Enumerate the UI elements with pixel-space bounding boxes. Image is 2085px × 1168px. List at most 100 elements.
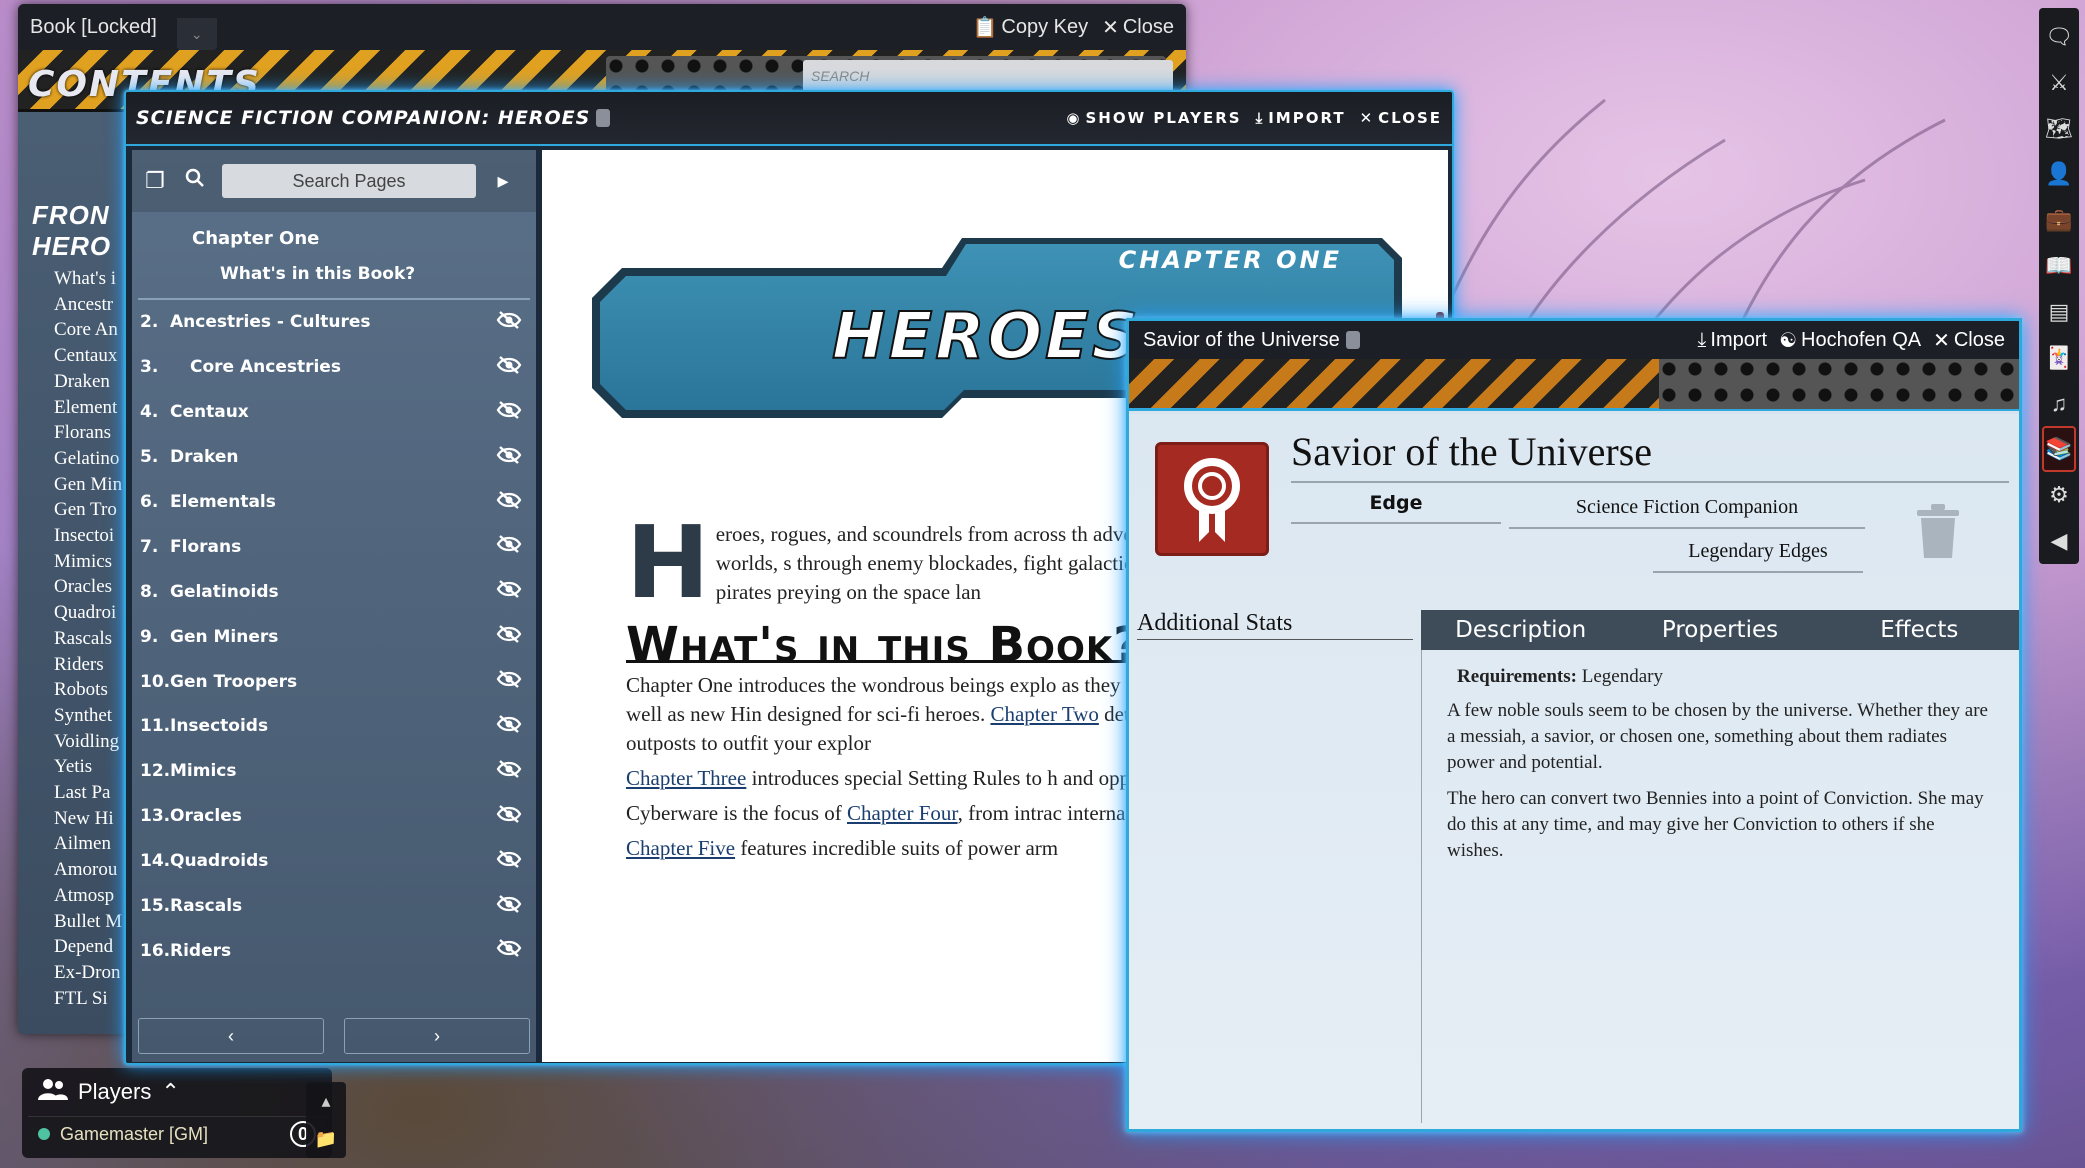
chapter-two-link[interactable]: Chapter Two: [990, 702, 1098, 726]
sf-close-button[interactable]: ✕ Close: [1360, 109, 1442, 127]
copy-key-button[interactable]: 📋 Copy Key: [972, 15, 1088, 40]
book-item[interactable]: Robots: [18, 677, 130, 703]
toc-whats-in-this-book[interactable]: What's in this Book?: [138, 256, 530, 300]
eye-slash-icon[interactable]: [496, 579, 522, 604]
eye-slash-icon[interactable]: [496, 445, 522, 470]
caret-up-icon[interactable]: ▴: [321, 1091, 330, 1112]
next-page-button[interactable]: ›: [344, 1018, 530, 1054]
tab-effects[interactable]: Effects: [1820, 610, 2019, 650]
collapse-icon[interactable]: ◀: [2042, 518, 2076, 564]
toc-item[interactable]: 2. Ancestries - Cultures: [132, 300, 536, 345]
book-close-button[interactable]: ✕ Close: [1102, 15, 1174, 40]
previous-page-button[interactable]: ‹: [138, 1018, 324, 1054]
edge-name-field[interactable]: Savior of the Universe: [1291, 428, 2009, 483]
music-icon[interactable]: ♫: [2042, 381, 2076, 427]
book-item[interactable]: Rascals: [18, 626, 130, 652]
sf-import-button[interactable]: ⤓ Import: [1256, 109, 1346, 127]
book-item[interactable]: Ex-Dron: [18, 960, 130, 986]
book-item[interactable]: Voidling: [18, 729, 130, 755]
toc-item[interactable]: 9. Gen Miners: [132, 614, 536, 659]
book-item[interactable]: Ailmen: [18, 831, 130, 857]
map-icon[interactable]: 🗺: [2042, 106, 2076, 152]
toc-item[interactable]: 13. Oracles: [132, 794, 536, 839]
toc-item[interactable]: 16. Riders: [132, 928, 536, 973]
toc-item[interactable]: 11. Insectoids: [132, 704, 536, 749]
chapter-three-link[interactable]: Chapter Three: [626, 766, 746, 790]
sf-titlebar[interactable]: Science Fiction Companion: Heroes ◉ Show…: [126, 92, 1452, 146]
folder-icon[interactable]: 📁: [315, 1129, 337, 1150]
show-players-button[interactable]: ◉ Show Players: [1066, 109, 1241, 127]
eye-slash-icon[interactable]: [496, 714, 522, 739]
eye-slash-icon[interactable]: [496, 534, 522, 559]
settings-icon[interactable]: ⚙: [2042, 472, 2076, 518]
players-header[interactable]: Players ⌃: [22, 1068, 332, 1116]
eye-slash-icon[interactable]: [496, 894, 522, 919]
book-item[interactable]: Synthet: [18, 703, 130, 729]
edge-import-button[interactable]: ⤓ Import: [1698, 329, 1768, 352]
book-item[interactable]: FTL Si: [18, 986, 130, 1012]
book-item[interactable]: New Hi: [18, 806, 130, 832]
cards-icon[interactable]: 🃏: [2042, 335, 2076, 381]
tab-description[interactable]: Description: [1421, 610, 1620, 650]
eye-slash-icon[interactable]: [496, 355, 522, 380]
book-item[interactable]: What's i: [18, 266, 130, 292]
eye-slash-icon[interactable]: [496, 624, 522, 649]
edge-source-field[interactable]: Science Fiction Companion: [1509, 496, 1865, 529]
eye-slash-icon[interactable]: [496, 759, 522, 784]
caret-right-icon[interactable]: ▸: [490, 168, 516, 194]
toc-item[interactable]: 5. Draken: [132, 435, 536, 480]
actor-icon[interactable]: 👤: [2042, 151, 2076, 197]
pages-view-icon[interactable]: ❐: [142, 168, 168, 194]
toc-item[interactable]: 10. Gen Troopers: [132, 659, 536, 704]
eye-slash-icon[interactable]: [496, 849, 522, 874]
book-heading-heroes[interactable]: HERO: [18, 231, 130, 262]
toc-item[interactable]: 3. Core Ancestries: [132, 345, 536, 390]
book-item[interactable]: Florans: [18, 420, 130, 446]
book-item[interactable]: Draken: [18, 369, 130, 395]
eye-slash-icon[interactable]: [496, 310, 522, 335]
chat-icon[interactable]: 🗨: [2042, 14, 2076, 60]
book-item[interactable]: Gelatino: [18, 446, 130, 472]
search-icon[interactable]: [182, 168, 208, 194]
toc-item[interactable]: 7. Florans: [132, 524, 536, 569]
eye-slash-icon[interactable]: [496, 400, 522, 425]
toc-item[interactable]: 6. Elementals: [132, 480, 536, 525]
book-item[interactable]: Gen Tro: [18, 497, 130, 523]
edge-close-button[interactable]: ✕ Close: [1933, 328, 2005, 353]
book-item[interactable]: Amorou: [18, 857, 130, 883]
book-item[interactable]: Insectoi: [18, 523, 130, 549]
book-item[interactable]: Quadroi: [18, 600, 130, 626]
chapter-four-link[interactable]: Chapter Four: [847, 801, 958, 825]
eye-slash-icon[interactable]: [496, 669, 522, 694]
book-item[interactable]: Yetis: [18, 754, 130, 780]
book-item[interactable]: Bullet M: [18, 909, 130, 935]
book-item[interactable]: Oracles: [18, 574, 130, 600]
book-heading-front[interactable]: FRON: [18, 200, 130, 231]
book-item[interactable]: Gen Min: [18, 472, 130, 498]
toc-item[interactable]: 15. Rascals: [132, 884, 536, 929]
book-item[interactable]: Atmosp: [18, 883, 130, 909]
eye-slash-icon[interactable]: [496, 490, 522, 515]
edge-image[interactable]: [1155, 442, 1269, 556]
book-item[interactable]: Mimics: [18, 549, 130, 575]
table-icon[interactable]: ▤: [2042, 289, 2076, 335]
hochofen-qa-button[interactable]: ☯ Hochofen QA: [1779, 328, 1921, 353]
eye-slash-icon[interactable]: [496, 804, 522, 829]
edge-titlebar[interactable]: Savior of the Universe ⤓ Import ☯ Hochof…: [1129, 321, 2019, 359]
item-icon[interactable]: 💼: [2042, 197, 2076, 243]
book-item[interactable]: Depend: [18, 934, 130, 960]
book-item[interactable]: Last Pa: [18, 780, 130, 806]
journal-icon[interactable]: 📖: [2042, 243, 2076, 289]
tab-properties[interactable]: Properties: [1620, 610, 1819, 650]
chapter-five-link[interactable]: Chapter Five: [626, 836, 735, 860]
combat-icon[interactable]: ⚔: [2042, 60, 2076, 106]
toc-item[interactable]: 8. Gelatinoids: [132, 569, 536, 614]
trash-icon[interactable]: [1915, 504, 1961, 560]
toc-item[interactable]: 4. Centaux: [132, 390, 536, 435]
toc-item[interactable]: 14. Quadroids: [132, 839, 536, 884]
toc-item[interactable]: 12. Mimics: [132, 749, 536, 794]
book-item[interactable]: Ancestr: [18, 292, 130, 318]
book-dropdown-toggle[interactable]: ⌄: [176, 18, 217, 50]
toc-chapter-one[interactable]: Chapter One: [132, 212, 536, 256]
search-pages-input[interactable]: Search Pages: [222, 164, 476, 198]
